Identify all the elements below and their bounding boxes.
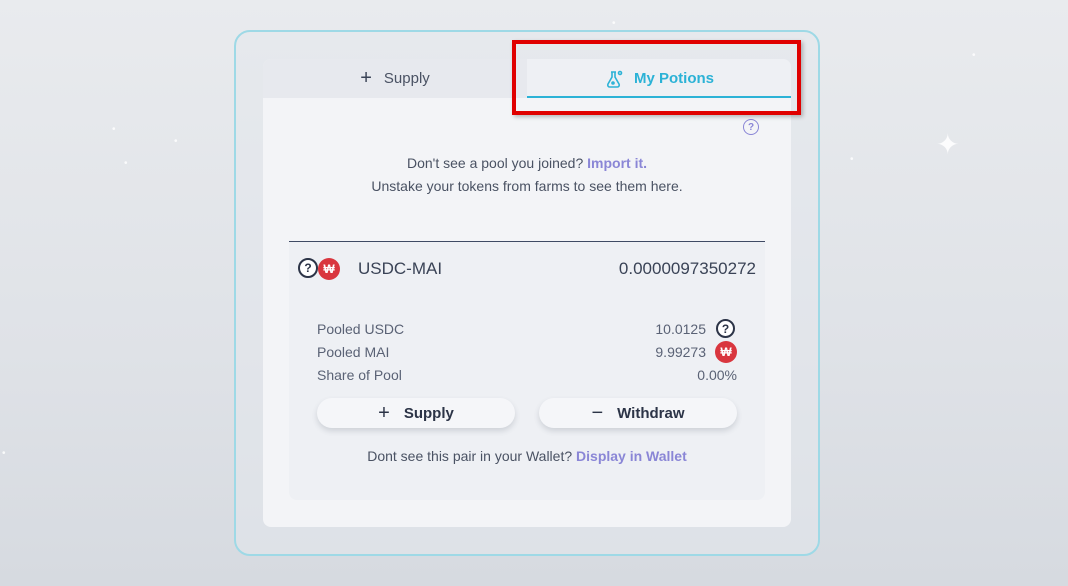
mai-token-icon: ₩ bbox=[318, 258, 340, 280]
divider bbox=[289, 241, 765, 242]
import-link[interactable]: Import it. bbox=[587, 155, 647, 171]
pair-token-icons: ? ₩ bbox=[298, 258, 340, 280]
sparkle-decoration: • bbox=[124, 158, 128, 169]
wallet-notice-text: Dont see this pair in your Wallet? bbox=[367, 448, 573, 464]
annotation-highlight-box bbox=[512, 40, 801, 115]
import-notice-text: Don't see a pool you joined? bbox=[406, 155, 584, 171]
withdraw-button-label: Withdraw bbox=[617, 404, 685, 422]
plus-icon: + bbox=[360, 67, 372, 89]
withdraw-button[interactable]: − Withdraw bbox=[539, 398, 737, 428]
unknown-token-icon: ? bbox=[716, 319, 735, 338]
mai-token-icon: ₩ bbox=[715, 341, 737, 363]
sparkle-decoration: • bbox=[2, 448, 6, 459]
pooled-usdc-value: 10.0125 bbox=[655, 321, 706, 337]
unstake-notice: Unstake your tokens from farms to see th… bbox=[371, 178, 683, 194]
sparkle-decoration: • bbox=[174, 136, 178, 147]
sparkle-decoration: • bbox=[972, 50, 976, 61]
pair-balance: 0.0000097350272 bbox=[618, 259, 756, 278]
pair-name: USDC-MAI bbox=[358, 259, 443, 278]
unknown-token-icon: ? bbox=[298, 258, 318, 278]
supply-button[interactable]: + Supply bbox=[317, 398, 515, 428]
plus-icon: + bbox=[378, 401, 390, 424]
display-in-wallet-link[interactable]: Display in Wallet bbox=[576, 448, 687, 464]
pooled-mai-label: Pooled MAI bbox=[317, 344, 390, 360]
sparkle-decoration: • bbox=[112, 124, 116, 135]
tab-supply-label: Supply bbox=[383, 70, 430, 87]
sparkle-decoration: • bbox=[850, 154, 854, 165]
minus-icon: − bbox=[591, 401, 604, 424]
pooled-mai-value: 9.99273 bbox=[655, 344, 706, 360]
help-icon[interactable]: ? bbox=[743, 119, 759, 135]
pooled-usdc-label: Pooled USDC bbox=[317, 321, 405, 337]
import-notice: Don't see a pool you joined? Import it. bbox=[263, 155, 791, 171]
wallet-notice: Dont see this pair in your Wallet? Displ… bbox=[263, 448, 791, 464]
supply-button-label: Supply bbox=[403, 404, 454, 422]
share-of-pool-label: Share of Pool bbox=[317, 367, 402, 383]
share-of-pool-value: 0.00% bbox=[697, 367, 737, 383]
sparkle-star-decoration: ✦ bbox=[936, 129, 960, 160]
tab-supply[interactable]: + Supply bbox=[263, 59, 527, 98]
sparkle-decoration: • bbox=[612, 18, 616, 29]
